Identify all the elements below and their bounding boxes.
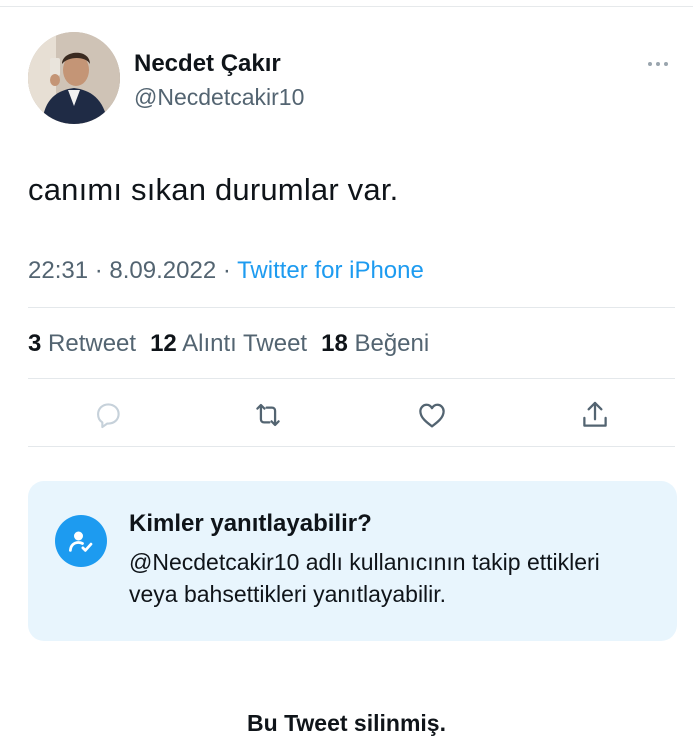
author-handle[interactable]: @Necdetcakir10 — [134, 84, 304, 111]
likes-stat[interactable]: 18 Beğeni — [321, 330, 429, 357]
meta-separator: · — [222, 257, 238, 284]
retweet-button[interactable] — [250, 397, 286, 433]
more-options-icon[interactable] — [648, 62, 674, 68]
quotes-count: 12 — [150, 330, 177, 357]
quotes-stat[interactable]: 12 Alıntı Tweet — [150, 330, 307, 357]
tweet-date[interactable]: 8.09.2022 — [109, 257, 216, 284]
avatar[interactable] — [28, 32, 120, 124]
reply-button[interactable] — [90, 397, 126, 433]
quotes-label: Alıntı Tweet — [182, 330, 308, 357]
likes-label: Beğeni — [354, 330, 430, 357]
deleted-notice: Bu Tweet silinmiş. — [247, 710, 446, 736]
tweet-stats: 3 Retweet 12 Alıntı Tweet 18 Beğeni — [28, 330, 429, 358]
retweets-stat[interactable]: 3 Retweet — [28, 330, 136, 357]
divider — [28, 446, 675, 447]
meta-separator: · — [94, 257, 110, 284]
reply-icon — [97, 403, 120, 429]
divider — [28, 307, 675, 308]
divider — [28, 378, 675, 379]
retweets-count: 3 — [28, 330, 42, 357]
like-icon — [419, 403, 445, 428]
author-name[interactable]: Necdet Çakır — [134, 50, 281, 78]
top-divider — [0, 6, 693, 7]
retweet-icon — [256, 403, 280, 427]
avatar-photo — [28, 32, 120, 124]
tweet-meta: 22:31 · 8.09.2022 · Twitter for iPhone — [28, 257, 424, 285]
tweet-time[interactable]: 22:31 — [28, 257, 88, 284]
tweet-source[interactable]: Twitter for iPhone — [237, 257, 424, 284]
tweet-text: canımı sıkan durumlar var. — [28, 172, 399, 207]
share-icon — [583, 401, 607, 427]
share-button[interactable] — [577, 397, 613, 433]
likes-count: 18 — [321, 330, 348, 357]
reply-restriction-title: Kimler yanıtlayabilir? — [129, 510, 372, 537]
retweets-label: Retweet — [48, 330, 137, 357]
like-button[interactable] — [414, 397, 450, 433]
reply-restriction-description: @Necdetcakir10 adlı kullanıcının takip e… — [129, 549, 600, 607]
mention-user-icon — [55, 515, 107, 567]
